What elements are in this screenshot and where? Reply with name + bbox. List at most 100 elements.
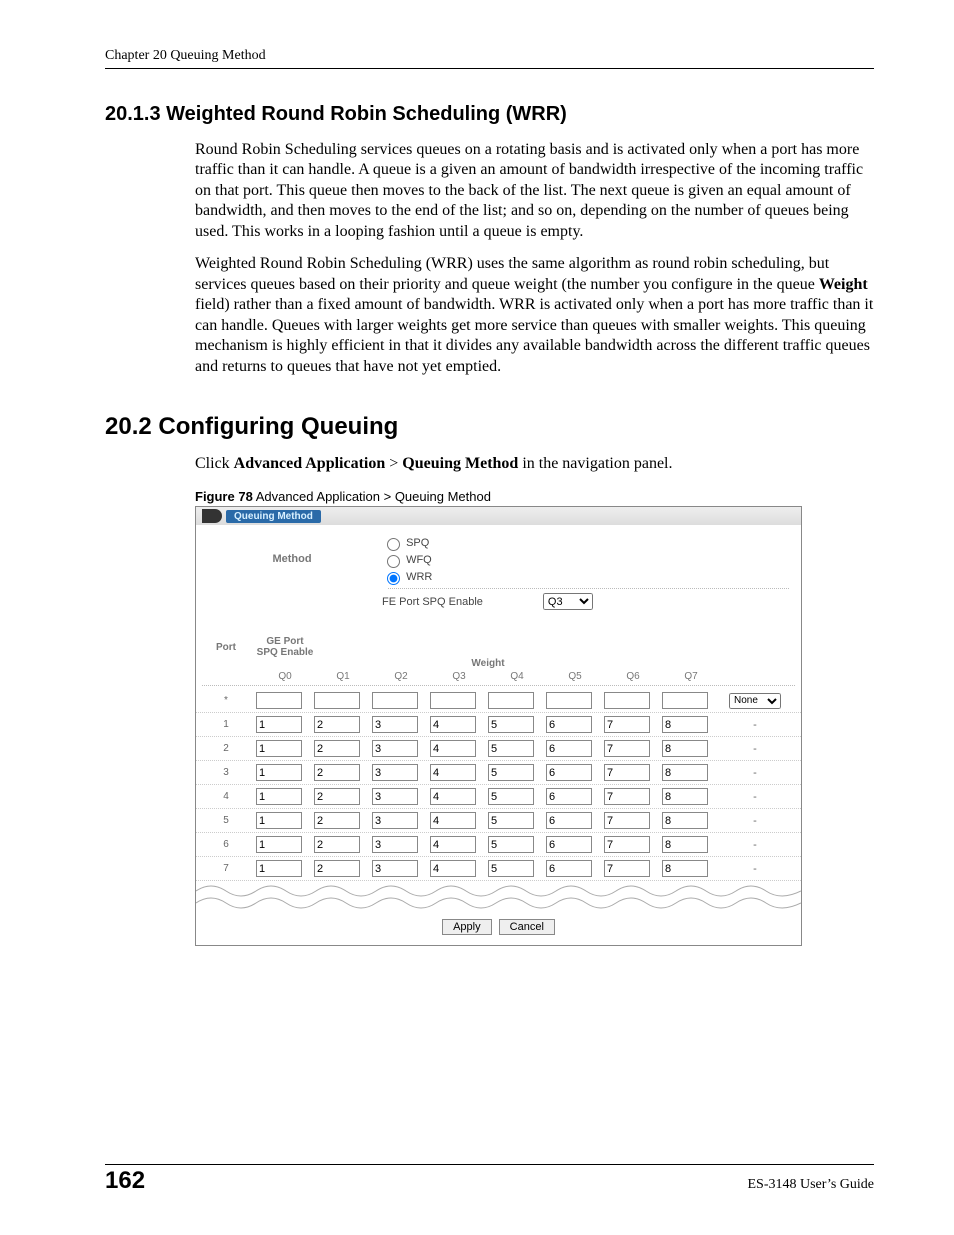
weight-input-q4[interactable] bbox=[488, 788, 534, 805]
port-cell: 1 bbox=[196, 719, 256, 730]
weight-input-q7[interactable] bbox=[662, 812, 708, 829]
weight-input-q3[interactable] bbox=[430, 764, 476, 781]
weight-input-q6[interactable] bbox=[604, 812, 650, 829]
weight-input-q7[interactable] bbox=[662, 740, 708, 757]
weight-input-q3[interactable] bbox=[430, 740, 476, 757]
col-gep: GE Port SPQ Enable bbox=[256, 636, 314, 658]
weight-input-q2[interactable] bbox=[372, 812, 418, 829]
gep-cell: - bbox=[720, 743, 790, 755]
weight-input-q4[interactable] bbox=[488, 860, 534, 877]
click-a: Click bbox=[195, 455, 234, 472]
cancel-button[interactable]: Cancel bbox=[499, 919, 555, 935]
method-label: Method bbox=[202, 535, 382, 610]
weight-input-q2[interactable] bbox=[372, 788, 418, 805]
weight-input-q1[interactable] bbox=[314, 740, 360, 757]
col-weight: Weight bbox=[256, 658, 720, 671]
weight-input-q0[interactable] bbox=[256, 740, 302, 757]
apply-button[interactable]: Apply bbox=[442, 919, 492, 935]
weight-input-q4[interactable] bbox=[488, 692, 534, 709]
weight-input-q3[interactable] bbox=[430, 860, 476, 877]
table-row: 5- bbox=[196, 809, 801, 833]
weight-input-q7[interactable] bbox=[662, 716, 708, 733]
weight-input-q6[interactable] bbox=[604, 788, 650, 805]
weight-input-q3[interactable] bbox=[430, 812, 476, 829]
weight-input-q7[interactable] bbox=[662, 836, 708, 853]
weight-input-q4[interactable] bbox=[488, 764, 534, 781]
weight-input-q7[interactable] bbox=[662, 788, 708, 805]
table-row: 3- bbox=[196, 761, 801, 785]
weight-input-q0[interactable] bbox=[256, 860, 302, 877]
tab-queuing-method[interactable]: Queuing Method bbox=[226, 510, 321, 523]
weight-input-q2[interactable] bbox=[372, 836, 418, 853]
page-number: 162 bbox=[105, 1167, 145, 1195]
radio-wfq[interactable] bbox=[387, 555, 400, 568]
weight-input-q6[interactable] bbox=[604, 692, 650, 709]
gep-select[interactable]: None bbox=[729, 693, 781, 709]
weight-input-q5[interactable] bbox=[546, 788, 592, 805]
para-wrr-a: Weighted Round Robin Scheduling (WRR) us… bbox=[195, 255, 829, 292]
click-b2: Queuing Method bbox=[402, 455, 518, 472]
weight-input-q5[interactable] bbox=[546, 860, 592, 877]
para-wrr-b: field) rather than a fixed amount of ban… bbox=[195, 296, 873, 374]
port-cell: 6 bbox=[196, 839, 256, 850]
weight-input-q1[interactable] bbox=[314, 692, 360, 709]
col-q1: Q1 bbox=[314, 671, 372, 682]
fe-port-spq-select[interactable]: Q3 bbox=[543, 593, 593, 610]
col-q2: Q2 bbox=[372, 671, 430, 682]
col-q4: Q4 bbox=[488, 671, 546, 682]
weight-input-q5[interactable] bbox=[546, 692, 592, 709]
col-q0: Q0 bbox=[256, 671, 314, 682]
weight-input-q5[interactable] bbox=[546, 740, 592, 757]
weight-input-q5[interactable] bbox=[546, 716, 592, 733]
weight-input-q1[interactable] bbox=[314, 836, 360, 853]
fe-port-spq-label: FE Port SPQ Enable bbox=[382, 596, 483, 608]
weight-input-q1[interactable] bbox=[314, 716, 360, 733]
gep-cell: - bbox=[720, 815, 790, 827]
weight-input-q1[interactable] bbox=[314, 764, 360, 781]
weight-input-q0[interactable] bbox=[256, 836, 302, 853]
weight-input-q6[interactable] bbox=[604, 860, 650, 877]
weight-input-q1[interactable] bbox=[314, 860, 360, 877]
weight-input-q4[interactable] bbox=[488, 836, 534, 853]
table-row: 4- bbox=[196, 785, 801, 809]
weight-input-q7[interactable] bbox=[662, 860, 708, 877]
weight-input-q5[interactable] bbox=[546, 836, 592, 853]
weight-input-q7[interactable] bbox=[662, 764, 708, 781]
weight-input-q2[interactable] bbox=[372, 764, 418, 781]
para-rr: Round Robin Scheduling services queues o… bbox=[195, 140, 874, 242]
weight-input-q7[interactable] bbox=[662, 692, 708, 709]
weight-input-q0[interactable] bbox=[256, 692, 302, 709]
weight-input-q4[interactable] bbox=[488, 740, 534, 757]
weight-input-q5[interactable] bbox=[546, 812, 592, 829]
table-row: 1- bbox=[196, 713, 801, 737]
weight-input-q2[interactable] bbox=[372, 716, 418, 733]
weight-input-q0[interactable] bbox=[256, 764, 302, 781]
weight-input-q0[interactable] bbox=[256, 812, 302, 829]
tab-bar: Queuing Method bbox=[196, 507, 801, 525]
weight-input-q1[interactable] bbox=[314, 812, 360, 829]
weight-input-q0[interactable] bbox=[256, 716, 302, 733]
weight-input-q5[interactable] bbox=[546, 764, 592, 781]
weight-input-q2[interactable] bbox=[372, 860, 418, 877]
weight-input-q6[interactable] bbox=[604, 836, 650, 853]
weight-input-q6[interactable] bbox=[604, 764, 650, 781]
weight-input-q3[interactable] bbox=[430, 716, 476, 733]
weight-input-q3[interactable] bbox=[430, 692, 476, 709]
rule-top bbox=[105, 68, 874, 69]
weight-input-q4[interactable] bbox=[488, 812, 534, 829]
weight-input-q1[interactable] bbox=[314, 788, 360, 805]
weight-input-q2[interactable] bbox=[372, 740, 418, 757]
weight-input-q4[interactable] bbox=[488, 716, 534, 733]
weight-input-q0[interactable] bbox=[256, 788, 302, 805]
guide-name: ES-3148 User’s Guide bbox=[747, 1177, 874, 1193]
radio-spq[interactable] bbox=[387, 538, 400, 551]
radio-wrr[interactable] bbox=[387, 572, 400, 585]
weight-input-q3[interactable] bbox=[430, 788, 476, 805]
weight-input-q6[interactable] bbox=[604, 716, 650, 733]
weight-input-q2[interactable] bbox=[372, 692, 418, 709]
weight-input-q6[interactable] bbox=[604, 740, 650, 757]
page-break-wave bbox=[196, 881, 801, 897]
weight-input-q3[interactable] bbox=[430, 836, 476, 853]
table-row: 7- bbox=[196, 857, 801, 881]
table-row: 2- bbox=[196, 737, 801, 761]
